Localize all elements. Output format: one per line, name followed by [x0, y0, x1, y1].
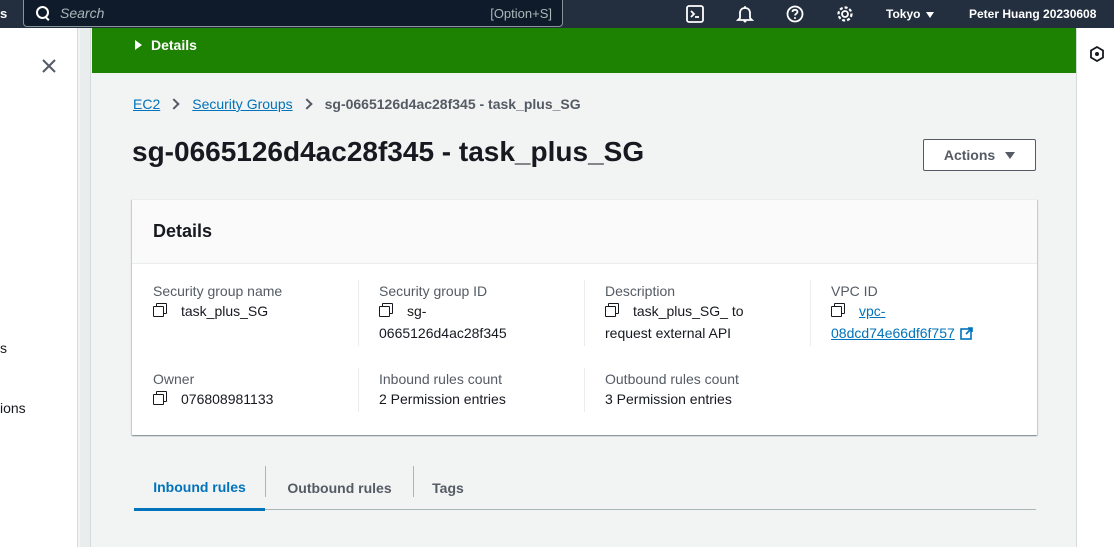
field-label: Outbound rules count [605, 371, 739, 387]
account-menu[interactable]: Peter Huang 20230608 [969, 7, 1096, 21]
banner-details-toggle[interactable]: Details [135, 37, 197, 53]
column-divider [358, 368, 359, 412]
copy-icon[interactable] [153, 391, 167, 405]
actions-button[interactable]: Actions [923, 139, 1036, 171]
field-label: VPC ID [831, 283, 878, 299]
vpc-link[interactable]: 08dcd74e66df6f757 [831, 325, 955, 341]
column-divider [358, 280, 359, 346]
field-outbound-rules-count: Outbound rules count 3 Permission entrie… [605, 371, 805, 410]
search-icon [36, 6, 50, 20]
success-flash-banner: Details [92, 28, 1076, 73]
tab-list: Inbound rules Outbound rules Tags [134, 466, 1036, 511]
chevron-right-icon [300, 98, 313, 110]
copy-icon[interactable] [153, 303, 167, 317]
breadcrumb-link-security-groups[interactable]: Security Groups [192, 96, 292, 112]
field-label: Owner [153, 371, 195, 387]
field-value: 076808981133 [181, 391, 274, 407]
field-description: Description task_plus_SG_ to request ext… [605, 283, 805, 344]
tab-inbound-rules[interactable]: Inbound rules [134, 466, 265, 511]
details-card: Details Security group name task_plus_SG… [132, 199, 1037, 435]
services-menu-label[interactable]: s [0, 6, 7, 21]
column-divider [584, 368, 585, 412]
field-security-group-name: Security group name task_plus_SG [153, 283, 353, 322]
breadcrumb-current: sg-0665126d4ac28f345 - task_plus_SG [324, 96, 581, 112]
search-shortcut-hint: [Option+S] [490, 5, 552, 21]
search-placeholder: Search [60, 5, 105, 21]
notifications-bell-icon[interactable] [736, 5, 754, 23]
tools-panel-icon[interactable] [1090, 45, 1104, 67]
sidenav-item[interactable]: s [0, 340, 7, 356]
caret-down-icon [926, 11, 935, 18]
tab-outbound-rules[interactable]: Outbound rules [266, 466, 413, 510]
cloudshell-icon[interactable] [686, 5, 704, 23]
settings-gear-icon[interactable] [836, 5, 854, 23]
vpc-link[interactable]: vpc- [859, 303, 885, 319]
field-security-group-id: Security group ID sg- 0665126d4ac28f345 [379, 283, 579, 344]
field-value: task_plus_SG_ to [633, 303, 744, 319]
help-icon[interactable] [786, 5, 804, 23]
details-card-header: Details [132, 200, 1037, 264]
copy-icon[interactable] [379, 303, 393, 317]
close-icon[interactable] [40, 57, 58, 75]
copy-icon[interactable] [831, 303, 845, 317]
breadcrumb-link-ec2[interactable]: EC2 [133, 96, 160, 112]
chevron-right-icon [168, 98, 180, 110]
field-value: request external API [605, 325, 732, 341]
region-selector[interactable]: Tokyo [886, 7, 935, 21]
page-title: sg-0665126d4ac28f345 - task_plus_SG [132, 136, 645, 167]
column-divider [584, 280, 585, 346]
caret-down-icon [1005, 151, 1016, 159]
banner-details-label: Details [151, 37, 197, 53]
search-bar[interactable]: Search [Option+S] [23, 0, 563, 27]
field-label: Description [605, 283, 676, 299]
field-label: Security group name [153, 283, 283, 299]
column-divider [810, 280, 811, 346]
details-card-title: Details [153, 221, 213, 241]
right-tools-panel [1076, 28, 1114, 547]
field-inbound-rules-count: Inbound rules count 2 Permission entries [379, 371, 579, 410]
field-label: Security group ID [379, 283, 488, 299]
top-navigation-bar: s Search [Option+S] Tokyo Peter Huang 20… [0, 0, 1114, 28]
field-value: task_plus_SG [181, 303, 269, 319]
field-value: sg- [407, 303, 427, 319]
field-value: 2 Permission entries [379, 391, 506, 407]
sidenav-item[interactable]: ions [0, 400, 26, 416]
field-label: Inbound rules count [379, 371, 502, 387]
copy-icon[interactable] [605, 303, 619, 317]
field-value: 3 Permission entries [605, 391, 732, 407]
breadcrumb: EC2 Security Groups sg-0665126d4ac28f345… [133, 96, 581, 112]
field-vpc-id: VPC ID vpc- 08dcd74e66df6f757 [831, 283, 1031, 344]
region-label: Tokyo [886, 7, 921, 21]
side-navigation: s ions [0, 28, 78, 547]
tab-tags[interactable]: Tags [414, 466, 482, 510]
external-link-icon[interactable] [959, 324, 973, 340]
actions-button-label: Actions [943, 147, 996, 163]
field-owner: Owner 076808981133 [153, 371, 353, 410]
sidenav-scrollbar[interactable] [80, 28, 91, 547]
field-value: 0665126d4ac28f345 [379, 325, 507, 341]
caret-right-icon [135, 40, 142, 50]
account-name: Peter Huang 20230608 [969, 7, 1097, 21]
